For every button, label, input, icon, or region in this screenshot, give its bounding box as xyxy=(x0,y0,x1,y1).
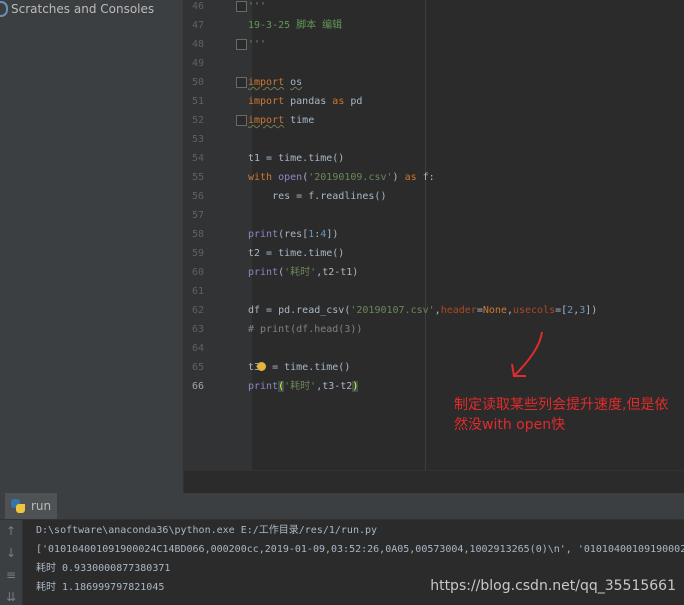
soft-wrap-icon[interactable]: ≡ xyxy=(4,568,18,582)
scratches-item[interactable]: Scratches and Consoles xyxy=(0,0,154,18)
code-line: 47 19-3-25 脚本 编辑 xyxy=(184,16,684,35)
code-text: with open('20190109.csv') as f: xyxy=(248,172,435,183)
line-number: 58 xyxy=(191,229,204,240)
project-panel: Scratches and Consoles xyxy=(0,0,184,493)
scratches-label: Scratches and Consoles xyxy=(11,2,155,16)
code-line: 46 ''' xyxy=(184,0,684,16)
code-line: 56 res = f.readlines() xyxy=(184,187,684,206)
run-toolbar: ↑ ↓ ≡ ⇊ xyxy=(0,520,23,605)
code-text: t2 = time.time() xyxy=(248,248,345,259)
code-text: t1 = time.time() xyxy=(248,153,345,164)
fold-marker-icon[interactable] xyxy=(236,115,247,126)
run-tab-label: run xyxy=(31,499,52,513)
code-line: 61 xyxy=(184,282,684,301)
scratches-icon xyxy=(0,1,8,17)
line-number: 47 xyxy=(191,20,204,31)
code-text: import os xyxy=(248,77,303,88)
code-line: 63 # print(df.head(3)) xyxy=(184,320,684,339)
code-line: 54 t1 = time.time() xyxy=(184,149,684,168)
line-number: 51 xyxy=(191,96,204,107)
code-line: 62 df = pd.read_csv('20190107.csv',header… xyxy=(184,301,684,320)
line-number: 66 xyxy=(191,381,204,392)
code-text: 19-3-25 脚本 编辑 xyxy=(248,20,343,31)
code-text: ''' xyxy=(248,1,267,12)
code-line: 64 xyxy=(184,339,684,358)
line-number: 56 xyxy=(191,191,204,202)
code-line: 59 t2 = time.time() xyxy=(184,244,684,263)
code-text: print('耗时',t2-t1) xyxy=(248,267,359,278)
line-number: 59 xyxy=(191,248,204,259)
code-text: res = f.readlines() xyxy=(248,191,387,202)
fold-marker-icon[interactable] xyxy=(236,77,247,88)
annotation-text: 制定读取某些列会提升速度,但是依然没with open快 xyxy=(454,397,669,433)
annotation-arrow-icon xyxy=(511,331,543,377)
scroll-to-end-icon[interactable]: ⇊ xyxy=(4,590,18,604)
line-number: 64 xyxy=(191,343,204,354)
line-number: 62 xyxy=(191,305,204,316)
lightbulb-icon[interactable] xyxy=(257,362,267,371)
code-line: 50 import os xyxy=(184,73,684,92)
code-line: 58 print(res[1:4]) xyxy=(184,225,684,244)
code-text: import time xyxy=(248,115,315,126)
line-number: 55 xyxy=(191,172,204,183)
line-number: 52 xyxy=(191,115,204,126)
fold-marker-icon[interactable] xyxy=(236,39,247,50)
line-number: 57 xyxy=(191,210,204,221)
scroll-down-icon[interactable]: ↓ xyxy=(4,546,18,560)
code-text: # print(df.head(3)) xyxy=(248,324,363,335)
code-line: 60 print('耗时',t2-t1) xyxy=(184,263,684,282)
code-text: print(res[1:4]) xyxy=(248,229,339,240)
code-text: ''' xyxy=(248,39,267,50)
editor-bottom-area xyxy=(184,470,684,494)
console-line: 耗时 1.186999797821045 xyxy=(36,582,165,593)
code-line: 52 import time xyxy=(184,111,684,130)
code-line: 49 xyxy=(184,54,684,73)
run-tool-window: run ↑ ↓ ≡ ⇊ D:\software\anaconda36\pytho… xyxy=(0,493,684,605)
watermark: https://blog.csdn.net/qq_35515661 xyxy=(430,578,676,594)
code-line: 66 print('耗时',t3-t2) xyxy=(184,377,684,396)
line-number: 54 xyxy=(191,153,204,164)
line-number: 53 xyxy=(191,134,204,145)
code-line: 57 xyxy=(184,206,684,225)
line-number: 50 xyxy=(191,77,204,88)
console-line: D:\software\anaconda36\python.exe E:/工作目… xyxy=(36,525,378,536)
line-number: 46 xyxy=(191,1,204,12)
console-line: 耗时 0.9330000877380371 xyxy=(36,563,171,574)
code-line: 65 t3 = time.time() xyxy=(184,358,684,377)
code-line: 51 import pandas as pd xyxy=(184,92,684,111)
run-tab-bar: run xyxy=(0,493,684,520)
code-text: df = pd.read_csv('20190107.csv',header=N… xyxy=(248,305,598,316)
fold-marker-icon[interactable] xyxy=(236,1,247,12)
line-number: 63 xyxy=(191,324,204,335)
line-number: 61 xyxy=(191,286,204,297)
line-number: 65 xyxy=(191,362,204,373)
line-number: 48 xyxy=(191,39,204,50)
scroll-up-icon[interactable]: ↑ xyxy=(4,524,18,538)
python-icon xyxy=(11,499,25,513)
code-line: 48 ''' xyxy=(184,35,684,54)
run-tab[interactable]: run xyxy=(5,493,58,519)
code-line: 55 with open('20190109.csv') as f: xyxy=(184,168,684,187)
code-line: 53 xyxy=(184,130,684,149)
code-text: import pandas as pd xyxy=(248,96,363,107)
line-number: 49 xyxy=(191,58,204,69)
code-text: print('耗时',t3-t2) xyxy=(248,381,359,392)
code-text: t3 = time.time() xyxy=(248,362,351,373)
console-line: ['010104001091900024C14BD066,000200cc,20… xyxy=(36,544,684,555)
line-number: 60 xyxy=(191,267,204,278)
